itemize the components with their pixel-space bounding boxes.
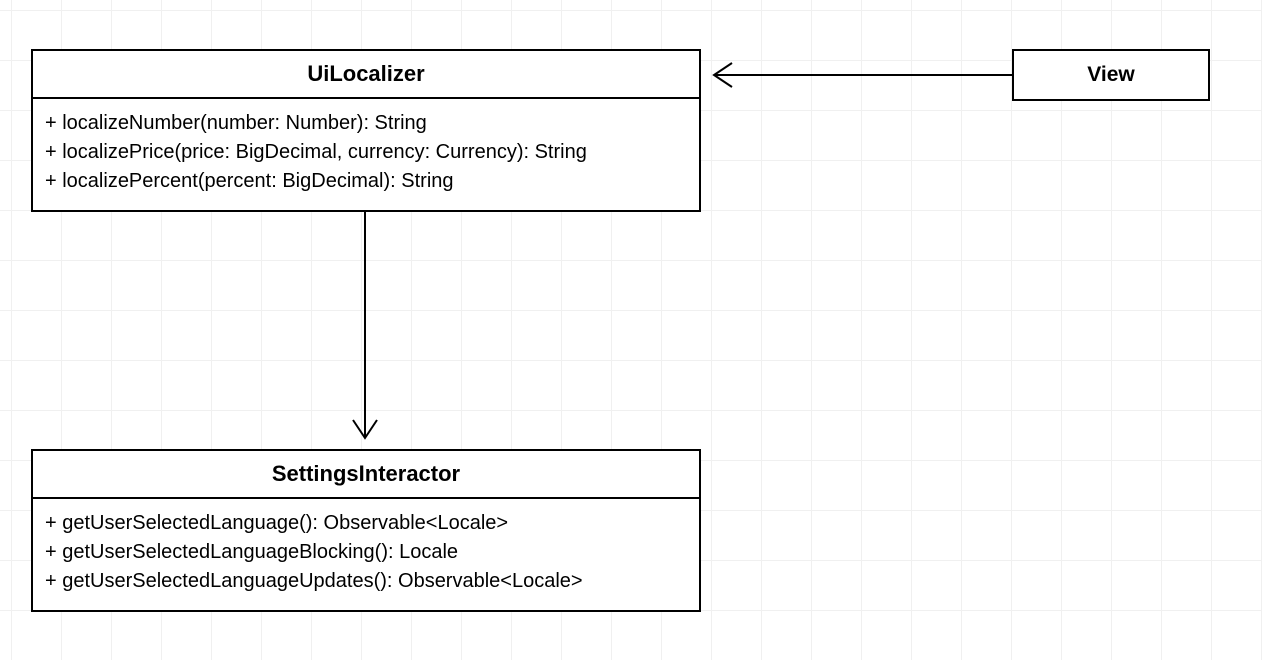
method-line: + getUserSelectedLanguageBlocking(): Loc… <box>45 538 687 567</box>
class-body-uilocalizer: + localizeNumber(number: Number): String… <box>33 99 699 210</box>
method-line: + getUserSelectedLanguage(): Observable<… <box>45 509 687 538</box>
class-title-view: View <box>1014 51 1208 99</box>
method-line: + localizePercent(percent: BigDecimal): … <box>45 167 687 196</box>
method-line: + getUserSelectedLanguageUpdates(): Obse… <box>45 567 687 596</box>
class-view: View <box>1012 49 1210 101</box>
class-settingsinteractor: SettingsInteractor + getUserSelectedLang… <box>31 449 701 612</box>
method-line: + localizePrice(price: BigDecimal, curre… <box>45 138 687 167</box>
class-title-uilocalizer: UiLocalizer <box>33 51 699 99</box>
class-uilocalizer: UiLocalizer + localizeNumber(number: Num… <box>31 49 701 212</box>
class-title-settingsinteractor: SettingsInteractor <box>33 451 699 499</box>
class-body-settingsinteractor: + getUserSelectedLanguage(): Observable<… <box>33 499 699 610</box>
method-line: + localizeNumber(number: Number): String <box>45 109 687 138</box>
